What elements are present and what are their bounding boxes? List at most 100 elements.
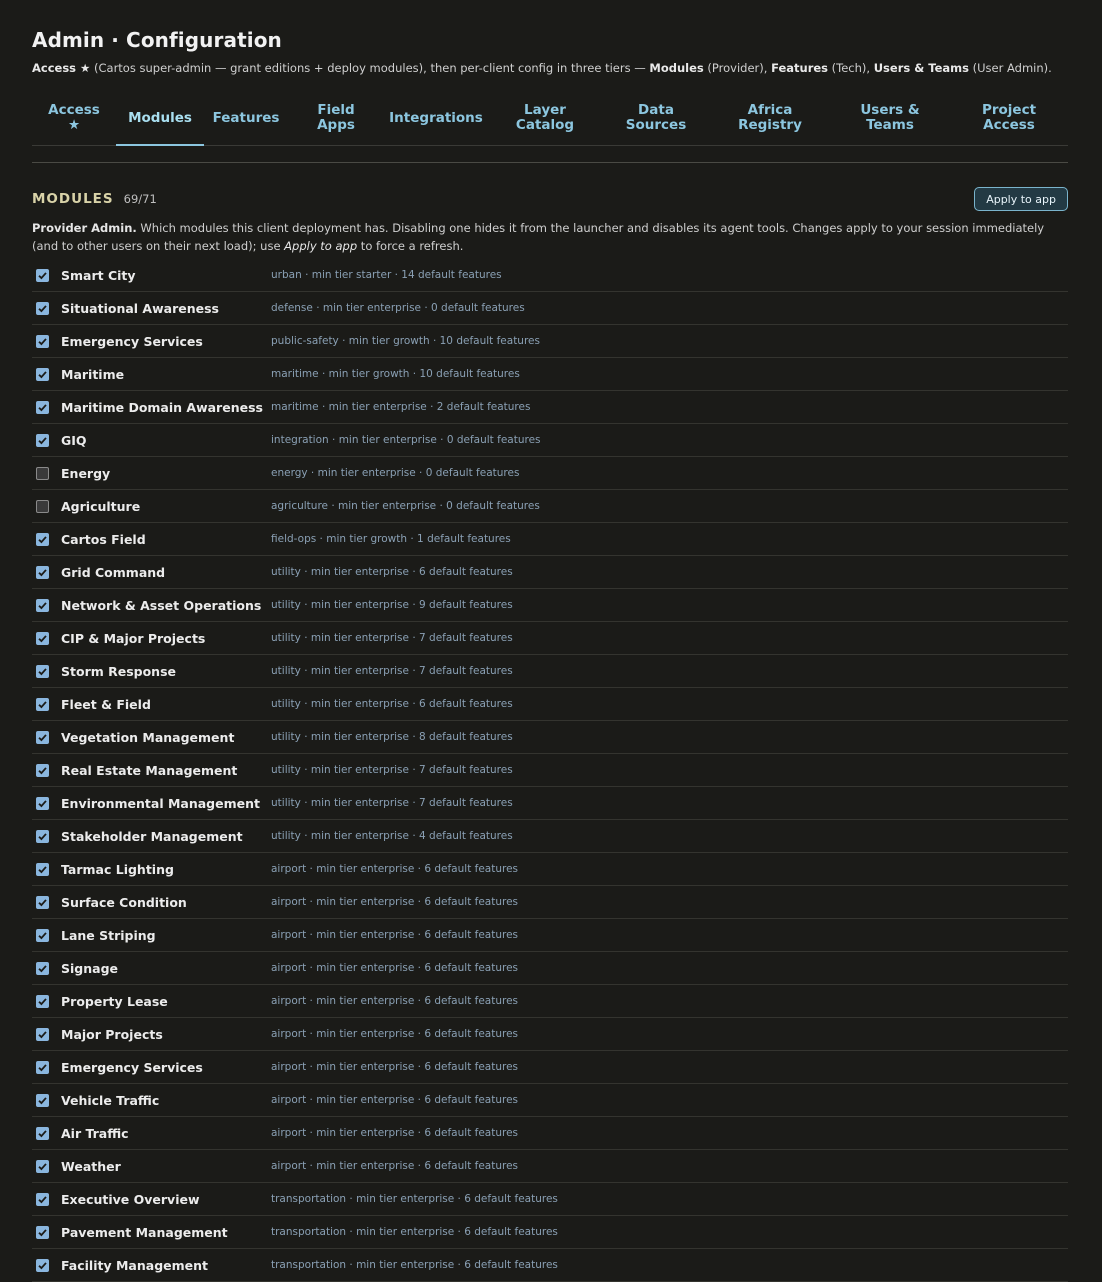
tab-label-line2: Registry <box>738 117 802 133</box>
tab-label-line2: Apps <box>317 117 355 133</box>
module-meta: airport · min tier enterprise · 6 defaul… <box>271 995 519 1007</box>
module-row: CIP & Major Projects utility · min tier e… <box>32 622 1068 655</box>
module-meta: airport · min tier enterprise · 6 defaul… <box>271 962 519 974</box>
modules-count: 69/71 <box>123 192 157 206</box>
module-checkbox[interactable] <box>36 598 49 612</box>
module-checkbox[interactable] <box>36 334 49 348</box>
tab-africa[interactable]: Africa Registry <box>710 91 830 145</box>
module-row: Storm Response utility · min tier enterpr… <box>32 655 1068 688</box>
module-row: Weather airport · min tier enterprise · 6… <box>32 1150 1068 1183</box>
tab-label: Integrations <box>389 109 483 126</box>
tab-label: Project Access <box>982 103 1036 133</box>
module-checkbox[interactable] <box>36 367 49 381</box>
module-checkbox[interactable] <box>36 961 49 975</box>
tab-label: Layer Catalog <box>516 103 574 133</box>
page-title: Admin · Configuration <box>32 28 282 52</box>
module-name: Facility Management <box>61 1257 208 1273</box>
tab-label: Africa Registry <box>738 103 802 133</box>
module-meta: defense · min tier enterprise · 0 defaul… <box>271 302 525 314</box>
subtitle-features: Features <box>771 61 829 75</box>
module-name: Cartos Field <box>61 531 146 547</box>
module-checkbox[interactable] <box>36 1027 49 1041</box>
module-name: Smart City <box>61 267 136 283</box>
module-checkbox[interactable] <box>36 664 49 678</box>
subtitle-modules: Modules <box>649 61 704 75</box>
module-name: Property Lease <box>61 993 168 1009</box>
module-checkbox[interactable] <box>36 895 49 909</box>
module-row: Network & Asset Operations utility · min … <box>32 589 1068 622</box>
module-name: Energy <box>61 465 111 481</box>
module-checkbox[interactable] <box>36 301 49 315</box>
module-name: Maritime <box>61 366 125 382</box>
module-name: Stakeholder Management <box>61 828 243 844</box>
module-checkbox[interactable] <box>36 697 49 711</box>
module-row: Vegetation Management utility · min tier … <box>32 721 1068 754</box>
module-name: Situational Awareness <box>61 300 219 316</box>
tab-integrations[interactable]: Integrations <box>384 91 488 145</box>
module-checkbox[interactable] <box>36 1159 49 1173</box>
module-checkbox[interactable] <box>36 928 49 942</box>
module-checkbox[interactable] <box>36 466 49 480</box>
module-meta: airport · min tier enterprise · 6 defaul… <box>271 1127 519 1139</box>
tab-access[interactable]: Access ★ <box>32 91 116 145</box>
module-row: Maritime maritime · min tier growth · 10 … <box>32 358 1068 391</box>
module-row: Emergency Services public-safety · min ti… <box>32 325 1068 358</box>
module-checkbox[interactable] <box>36 499 49 513</box>
tab-layer[interactable]: Layer Catalog <box>488 91 602 145</box>
tab-field[interactable]: Field Apps <box>288 91 384 145</box>
module-name: Emergency Services <box>61 1059 203 1075</box>
module-row: Energy energy · min tier enterprise · 0 d… <box>32 457 1068 490</box>
module-checkbox[interactable] <box>36 433 49 447</box>
module-row: GIQ integration · min tier enterprise · 0… <box>32 424 1068 457</box>
subtitle-users: Users & Teams <box>873 61 969 75</box>
subtitle-access: Access ★ <box>32 61 91 75</box>
tab-label-line1: Field <box>317 102 355 118</box>
module-meta: utility · min tier enterprise · 6 defaul… <box>271 566 513 578</box>
module-checkbox[interactable] <box>36 994 49 1008</box>
module-checkbox[interactable] <box>36 862 49 876</box>
module-checkbox[interactable] <box>36 730 49 744</box>
module-checkbox[interactable] <box>36 1258 49 1272</box>
apply-to-app-button[interactable]: Apply to app <box>974 187 1068 211</box>
tab-features[interactable]: Features <box>204 91 288 145</box>
module-checkbox[interactable] <box>36 1093 49 1107</box>
module-row: Air Traffic airport · min tier enterprise… <box>32 1117 1068 1150</box>
module-checkbox[interactable] <box>36 532 49 546</box>
module-checkbox[interactable] <box>36 796 49 810</box>
module-checkbox[interactable] <box>36 400 49 414</box>
tab-project[interactable]: Project Access <box>950 91 1068 145</box>
module-name: Major Projects <box>61 1026 163 1042</box>
section-title: MODULES 69/71 <box>32 191 157 207</box>
module-row: Real Estate Management utility · min tier… <box>32 754 1068 787</box>
module-checkbox[interactable] <box>36 763 49 777</box>
module-name: CIP & Major Projects <box>61 630 206 646</box>
module-checkbox[interactable] <box>36 1192 49 1206</box>
tab-label-line2: Sources <box>625 117 687 133</box>
tab-data[interactable]: Data Sources <box>602 91 710 145</box>
module-checkbox[interactable] <box>36 268 49 282</box>
tab-users[interactable]: Users & Teams <box>830 91 950 145</box>
module-row: Emergency Services airport · min tier ent… <box>32 1051 1068 1084</box>
module-name: Lane Striping <box>61 927 156 943</box>
module-checkbox[interactable] <box>36 631 49 645</box>
tab-bar: Access ★ Modules Features Field Apps Integrati… <box>32 91 1068 146</box>
section-title-text: MODULES <box>32 191 114 207</box>
module-row: Signage airport · min tier enterprise · 6… <box>32 952 1068 985</box>
module-checkbox[interactable] <box>36 829 49 843</box>
module-row: Stakeholder Management utility · min tier… <box>32 820 1068 853</box>
module-checkbox[interactable] <box>36 565 49 579</box>
tab-label-line1: Integrations <box>389 109 483 126</box>
desc-italic: Apply to app <box>284 239 358 253</box>
desc-text-2: to force a refresh. <box>357 239 464 253</box>
module-checkbox[interactable] <box>36 1126 49 1140</box>
module-meta: airport · min tier enterprise · 6 defaul… <box>271 929 519 941</box>
module-name: Surface Condition <box>61 894 187 910</box>
tab-modules[interactable]: Modules <box>116 91 204 146</box>
module-meta: utility · min tier enterprise · 7 defaul… <box>271 797 513 809</box>
module-meta: airport · min tier enterprise · 6 defaul… <box>271 1094 519 1106</box>
module-checkbox[interactable] <box>36 1060 49 1074</box>
module-row: Major Projects airport · min tier enterpr… <box>32 1018 1068 1051</box>
page-subtitle: Access ★ (Cartos super-admin — grant edi… <box>32 61 1068 76</box>
module-checkbox[interactable] <box>36 1225 49 1239</box>
admin-config-page: Admin · Configuration Access ★ (Cartos s… <box>0 0 1102 1282</box>
